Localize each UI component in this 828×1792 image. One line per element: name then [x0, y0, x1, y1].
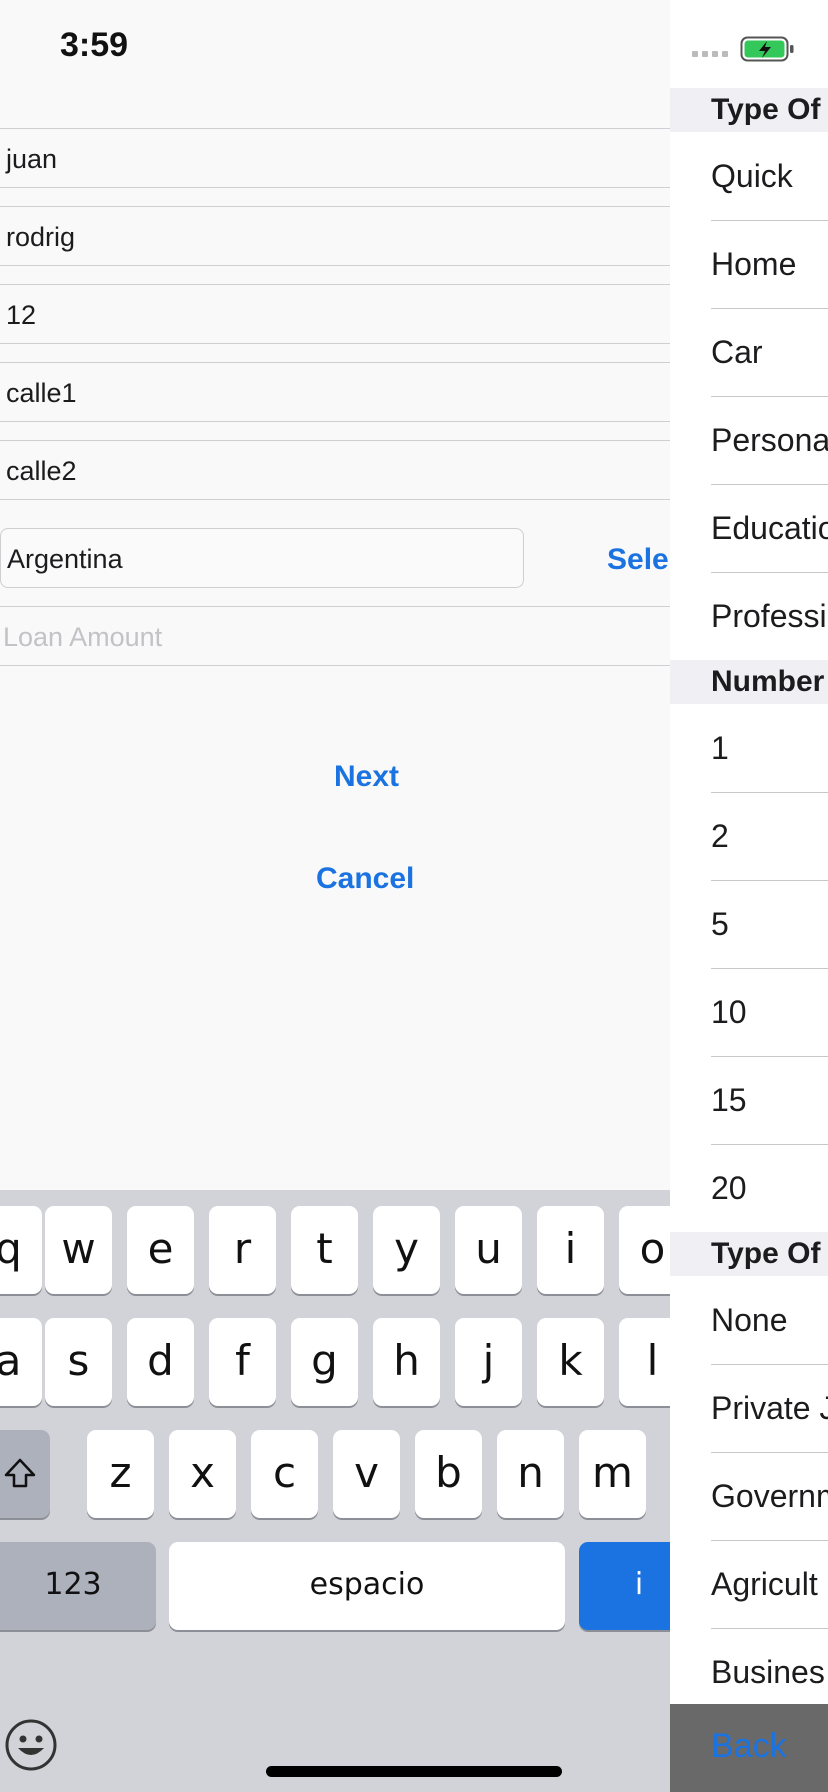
numbers-key[interactable]: 123	[0, 1542, 156, 1630]
option-education[interactable]: Educatio	[711, 484, 828, 573]
emoji-icon	[5, 1719, 57, 1771]
next-button[interactable]: Next	[334, 760, 399, 794]
key-b[interactable]: b	[415, 1430, 482, 1518]
emoji-key[interactable]	[4, 1718, 58, 1777]
battery-icon	[740, 36, 796, 67]
address2-field[interactable]: calle2	[0, 440, 670, 500]
shift-key[interactable]	[0, 1430, 50, 1518]
option-agriculture[interactable]: Agricult	[711, 1540, 828, 1629]
key-e[interactable]: e	[127, 1206, 194, 1294]
key-u[interactable]: u	[455, 1206, 522, 1294]
key-r[interactable]: r	[209, 1206, 276, 1294]
option-none[interactable]: None	[711, 1276, 828, 1365]
space-key[interactable]: espacio	[169, 1542, 565, 1630]
key-x[interactable]: x	[169, 1430, 236, 1518]
key-y[interactable]: y	[373, 1206, 440, 1294]
section-header-type-of-loan: Type Of	[670, 88, 828, 132]
cancel-button[interactable]: Cancel	[316, 862, 414, 896]
section-header-type-of-job: Type Of	[670, 1232, 828, 1276]
key-s[interactable]: s	[45, 1318, 112, 1406]
option-car[interactable]: Car	[711, 308, 828, 397]
key-c[interactable]: c	[251, 1430, 318, 1518]
status-time: 3:59	[60, 26, 129, 64]
home-indicator	[266, 1766, 562, 1777]
key-f[interactable]: f	[209, 1318, 276, 1406]
key-w[interactable]: w	[45, 1206, 112, 1294]
option-5[interactable]: 5	[711, 880, 828, 969]
option-15[interactable]: 15	[711, 1056, 828, 1145]
key-t[interactable]: t	[291, 1206, 358, 1294]
key-m[interactable]: m	[579, 1430, 646, 1518]
option-personal[interactable]: Persona	[711, 396, 828, 485]
last-name-field[interactable]: rodrig	[0, 206, 670, 266]
option-1[interactable]: 1	[711, 704, 828, 793]
option-private-job[interactable]: Private J	[711, 1364, 828, 1453]
option-government[interactable]: Governm	[711, 1452, 828, 1541]
age-field[interactable]: 12	[0, 284, 670, 344]
loan-amount-field[interactable]: Loan Amount	[0, 606, 670, 666]
shift-icon	[4, 1458, 36, 1488]
option-professional[interactable]: Professi	[711, 572, 828, 660]
key-z[interactable]: z	[87, 1430, 154, 1518]
section-header-number: Number	[670, 660, 828, 704]
keyboard: q w e r t y u i o a s d f g h j k l z x …	[0, 1190, 699, 1792]
key-v[interactable]: v	[333, 1430, 400, 1518]
back-button[interactable]: Back	[711, 1727, 787, 1766]
select-country-button[interactable]: Sele	[607, 543, 669, 577]
option-20[interactable]: 20	[711, 1144, 828, 1232]
key-k[interactable]: k	[537, 1318, 604, 1406]
option-home[interactable]: Home	[711, 220, 828, 309]
first-name-field[interactable]: juan	[0, 128, 670, 188]
option-business[interactable]: Busines	[711, 1628, 828, 1716]
key-i[interactable]: i	[537, 1206, 604, 1294]
address1-field[interactable]: calle1	[0, 362, 670, 422]
options-panel: Type Of Quick Home Car Persona Educatio …	[670, 0, 828, 1792]
key-q[interactable]: q	[0, 1206, 42, 1294]
key-n[interactable]: n	[497, 1430, 564, 1518]
option-2[interactable]: 2	[711, 792, 828, 881]
key-h[interactable]: h	[373, 1318, 440, 1406]
country-field[interactable]: Argentina	[0, 528, 524, 588]
key-j[interactable]: j	[455, 1318, 522, 1406]
key-a[interactable]: a	[0, 1318, 42, 1406]
signal-icon	[692, 38, 732, 63]
option-quick[interactable]: Quick	[711, 132, 828, 221]
key-g[interactable]: g	[291, 1318, 358, 1406]
option-10[interactable]: 10	[711, 968, 828, 1057]
key-d[interactable]: d	[127, 1318, 194, 1406]
